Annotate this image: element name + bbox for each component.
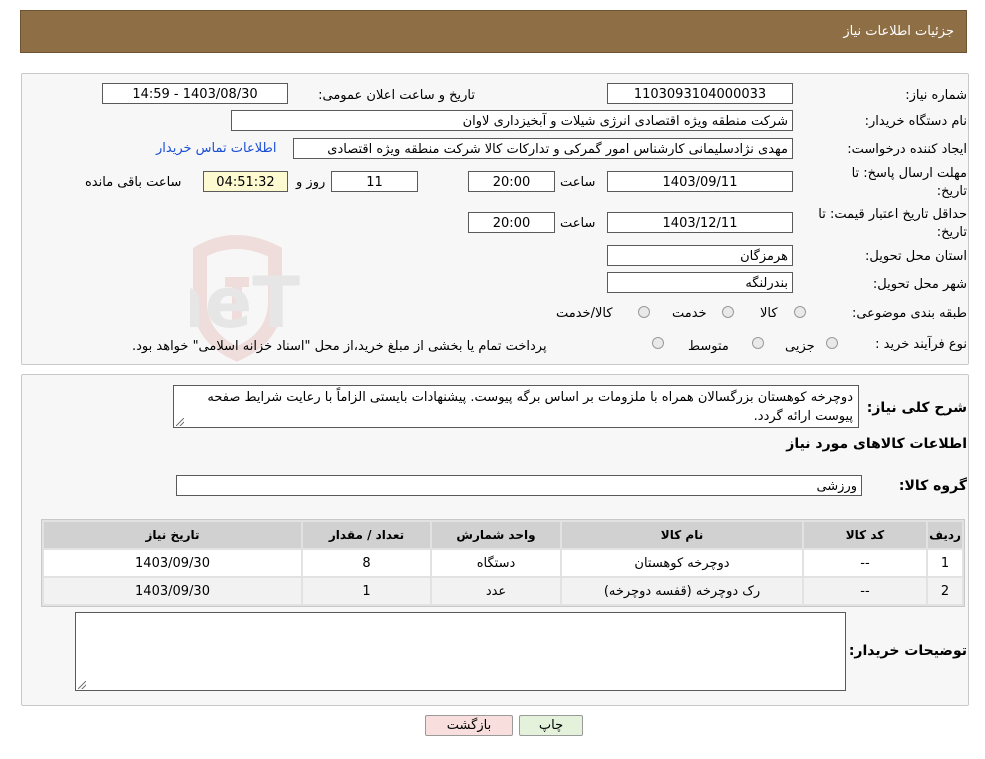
- announce-datetime-field: 1403/08/30 - 14:59: [102, 83, 288, 104]
- days-label: روز و: [296, 175, 326, 190]
- cell-date: 1403/09/30: [44, 578, 301, 604]
- deadline-time-label: ساعت: [560, 175, 596, 190]
- countdown-timer: 04:51:32: [203, 171, 288, 192]
- general-desc-text: دوچرخه کوهستان بزرگسالان همراه با ملزوما…: [207, 390, 853, 424]
- col-code-header: کد کالا: [804, 522, 926, 548]
- cell-name: رک دوچرخه (قفسه دوچرخه): [562, 578, 802, 604]
- category-option-service: خدمت: [672, 306, 707, 321]
- creator-label: ایجاد کننده درخواست:: [847, 142, 967, 157]
- resize-grip-icon[interactable]: [176, 418, 184, 426]
- table-header-row: ردیف کد کالا نام کالا واحد شمارش تعداد /…: [44, 522, 962, 548]
- cell-row: 1: [928, 550, 962, 576]
- validity-time-field: 20:00: [468, 212, 555, 233]
- cell-code: --: [804, 550, 926, 576]
- buyer-org-field: شرکت منطقه ویژه اقتصادی انرژی شیلات و آب…: [231, 110, 793, 131]
- col-row-header: ردیف: [928, 522, 962, 548]
- process-radio-treasury[interactable]: [652, 337, 664, 349]
- validity-label-date: تاریخ:: [936, 225, 967, 240]
- days-remaining-field: 11: [331, 171, 418, 192]
- cell-code: --: [804, 578, 926, 604]
- goods-group-field: ورزشی: [176, 475, 862, 496]
- items-section-title: اطلاعات کالاهای مورد نیاز: [786, 436, 967, 452]
- category-radio-service[interactable]: [722, 306, 734, 318]
- general-desc-label: شرح کلی نیاز:: [866, 400, 967, 416]
- validity-label: حداقل تاریخ اعتبار قیمت: تا: [818, 207, 967, 222]
- back-button[interactable]: بازگشت: [425, 715, 513, 736]
- category-radio-goods[interactable]: [794, 306, 806, 318]
- col-date-header: تاریخ نیاز: [44, 522, 301, 548]
- validity-date-field: 1403/12/11: [607, 212, 793, 233]
- cell-name: دوچرخه کوهستان: [562, 550, 802, 576]
- general-desc-field[interactable]: دوچرخه کوهستان بزرگسالان همراه با ملزوما…: [173, 385, 859, 428]
- category-radio-goods-service[interactable]: [638, 306, 650, 318]
- need-number-field: 1103093104000033: [607, 83, 793, 104]
- city-label: شهر محل تحویل:: [872, 277, 967, 292]
- cell-unit: دستگاه: [432, 550, 560, 576]
- process-label: نوع فرآیند خرید :: [875, 337, 967, 352]
- process-option-medium: متوسط: [688, 339, 729, 354]
- col-qty-header: تعداد / مقدار: [303, 522, 430, 548]
- deadline-label-date: تاریخ:: [936, 184, 967, 199]
- process-radio-minor[interactable]: [826, 337, 838, 349]
- deadline-time-field: 20:00: [468, 171, 555, 192]
- process-option-minor: جزیی: [785, 339, 815, 354]
- cell-row: 2: [928, 578, 962, 604]
- category-option-goods: کالا: [760, 306, 778, 321]
- cell-qty: 8: [303, 550, 430, 576]
- province-label: استان محل تحویل:: [865, 249, 967, 264]
- remaining-label: ساعت باقی مانده: [85, 175, 182, 190]
- buyer-org-label: نام دستگاه خریدار:: [864, 114, 967, 129]
- buyer-contact-link[interactable]: اطلاعات تماس خریدار: [156, 141, 276, 156]
- need-number-label: شماره نیاز:: [905, 88, 967, 103]
- category-label: طبقه بندی موضوعی:: [851, 306, 967, 321]
- cell-unit: عدد: [432, 578, 560, 604]
- table-row: 1 -- دوچرخه کوهستان دستگاه 8 1403/09/30: [44, 550, 962, 576]
- deadline-date-field: 1403/09/11: [607, 171, 793, 192]
- city-field: بندرلنگه: [607, 272, 793, 293]
- creator-field: مهدی نژادسلیمانی کارشناس امور گمرکی و تد…: [293, 138, 793, 159]
- col-unit-header: واحد شمارش: [432, 522, 560, 548]
- buyer-notes-field[interactable]: [75, 612, 846, 691]
- resize-grip-icon[interactable]: [78, 681, 86, 689]
- print-button[interactable]: چاپ: [519, 715, 583, 736]
- validity-time-label: ساعت: [560, 216, 596, 231]
- cell-qty: 1: [303, 578, 430, 604]
- process-radio-medium[interactable]: [752, 337, 764, 349]
- table-row: 2 -- رک دوچرخه (قفسه دوچرخه) عدد 1 1403/…: [44, 578, 962, 604]
- buyer-notes-label: توضیحات خریدار:: [848, 643, 967, 659]
- announce-label: تاریخ و ساعت اعلان عمومی:: [318, 88, 475, 103]
- items-table: ردیف کد کالا نام کالا واحد شمارش تعداد /…: [41, 519, 965, 607]
- goods-group-label: گروه کالا:: [898, 478, 967, 494]
- page-header: جزئیات اطلاعات نیاز: [20, 10, 967, 53]
- cell-date: 1403/09/30: [44, 550, 301, 576]
- category-option-goods-service: کالا/خدمت: [556, 306, 613, 321]
- page-title: جزئیات اطلاعات نیاز: [843, 24, 954, 39]
- province-field: هرمزگان: [607, 245, 793, 266]
- col-name-header: نام کالا: [562, 522, 802, 548]
- process-note: پرداخت تمام یا بخشی از مبلغ خرید،از محل …: [132, 339, 547, 354]
- deadline-label: مهلت ارسال پاسخ: تا: [851, 166, 967, 181]
